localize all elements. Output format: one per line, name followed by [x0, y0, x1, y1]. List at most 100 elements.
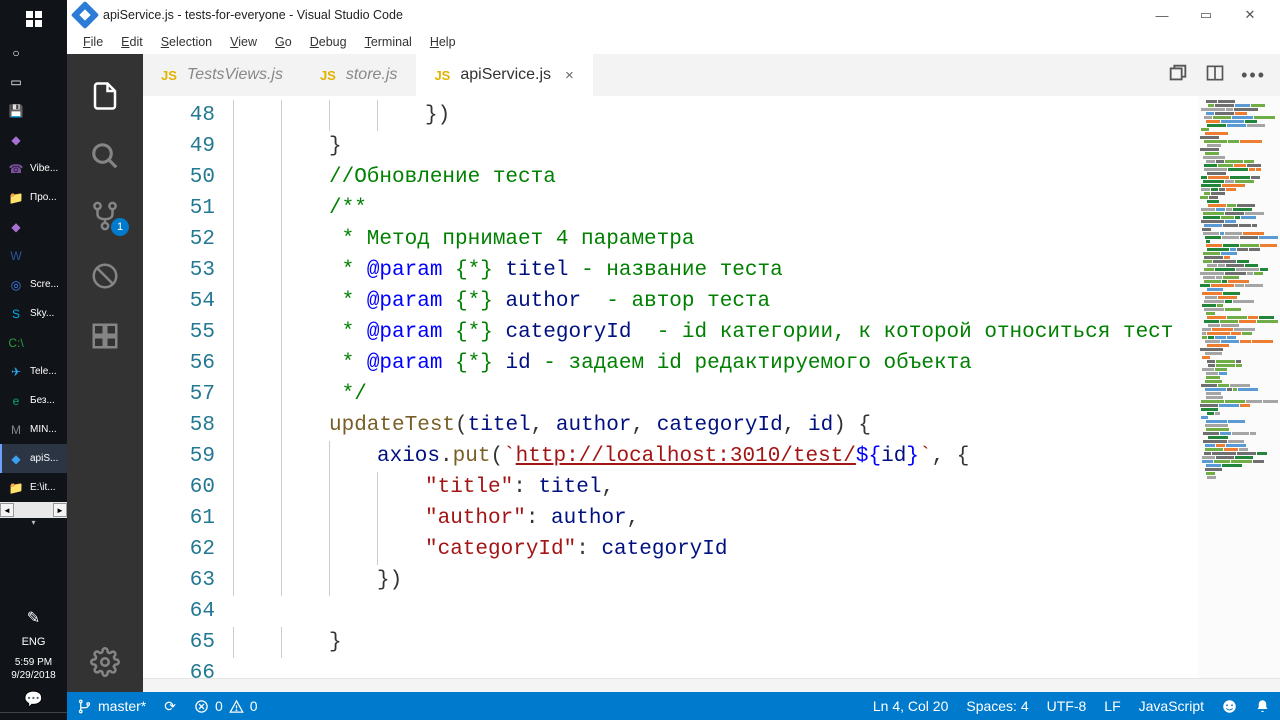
code-line[interactable]: * @param {*} id - задаем id редактируемо… — [233, 348, 1198, 379]
code-line[interactable]: /** — [233, 193, 1198, 224]
taskbar-item-vs2[interactable]: ◆ — [0, 212, 67, 241]
scroll-right-button[interactable]: ► — [53, 503, 67, 517]
taskbar-item-mingw[interactable]: MMIN... — [0, 415, 67, 444]
taskbar-item-chrome[interactable]: ◎Scre... — [0, 270, 67, 299]
taskbar-item-task-view[interactable]: ▭ — [0, 67, 67, 96]
activity-bar: 1 — [67, 54, 143, 692]
skype-icon: S — [6, 304, 26, 324]
code-line[interactable]: * @param {*} author - автор теста — [233, 286, 1198, 317]
menu-edit[interactable]: Edit — [113, 33, 151, 51]
minimap[interactable] — [1198, 96, 1280, 678]
taskbar-item-viber[interactable]: ☎Vibe... — [0, 154, 67, 183]
code-line[interactable]: * @param {*} titel - название теста — [233, 255, 1198, 286]
menu-terminal[interactable]: Terminal — [357, 33, 420, 51]
vs-icon: ◆ — [6, 130, 26, 150]
code-text[interactable]: })}//Обновление теста/** * Метод прнимае… — [233, 96, 1198, 678]
taskbar-hscroll[interactable]: ◄ ► — [0, 502, 67, 518]
taskbar-item-vscode[interactable]: ◆apiS... — [0, 444, 67, 473]
line-number: 61 — [143, 503, 215, 534]
code-line[interactable]: //Обновление теста — [233, 162, 1198, 193]
code-line[interactable]: updateTest(titel, author, categoryId, id… — [233, 410, 1198, 441]
feedback-icon[interactable] — [1222, 699, 1237, 714]
problems[interactable]: 0 0 — [194, 698, 258, 714]
taskbar-item-skype[interactable]: SSky... — [0, 299, 67, 328]
show-desktop[interactable] — [0, 712, 67, 720]
more-actions-icon[interactable]: ••• — [1241, 65, 1266, 86]
menu-file[interactable]: File — [75, 33, 111, 51]
minimize-button[interactable]: — — [1140, 0, 1184, 30]
scroll-left-button[interactable]: ◄ — [0, 503, 14, 517]
tab-apiservice-js[interactable]: JSapiService.js× — [416, 54, 592, 96]
sync-button[interactable]: ⟳ — [164, 698, 176, 715]
debug-tab[interactable] — [67, 246, 143, 306]
code-line[interactable]: */ — [233, 379, 1198, 410]
code-line[interactable]: }) — [233, 565, 1198, 596]
line-number: 56 — [143, 348, 215, 379]
code-editor[interactable]: 48495051525354555657585960616263646566 }… — [143, 96, 1280, 678]
menu-view[interactable]: View — [222, 33, 265, 51]
code-line[interactable] — [233, 596, 1198, 627]
search-tab[interactable] — [67, 126, 143, 186]
eol-status[interactable]: LF — [1104, 698, 1120, 714]
scm-tab[interactable]: 1 — [67, 186, 143, 246]
code-line[interactable]: axios.put(`http://localhost:3010/test/${… — [233, 441, 1198, 472]
clock-time: 5:59 PM — [0, 656, 67, 669]
branch-label: master* — [98, 698, 146, 714]
error-count: 0 — [215, 698, 223, 714]
split-editor-icon[interactable] — [1205, 63, 1225, 88]
line-number: 49 — [143, 131, 215, 162]
notifications-icon[interactable]: 💬 — [0, 690, 67, 708]
code-line[interactable]: }) — [233, 100, 1198, 131]
line-number: 60 — [143, 472, 215, 503]
close-button[interactable]: ✕ — [1228, 0, 1272, 30]
language-indicator[interactable]: ENG — [0, 636, 67, 648]
explorer-tab[interactable] — [67, 66, 143, 126]
menu-help[interactable]: Help — [422, 33, 464, 51]
taskbar-item-save[interactable]: 💾 — [0, 96, 67, 125]
taskbar-item-cortana[interactable]: ○ — [0, 38, 67, 67]
titlebar: apiService.js - tests-for-everyone - Vis… — [67, 0, 1280, 30]
taskbar-item-cmd[interactable]: C:\ — [0, 328, 67, 357]
compare-changes-icon[interactable] — [1167, 62, 1189, 89]
taskbar-item-edge[interactable]: eБез... — [0, 386, 67, 415]
pen-icon[interactable]: ✎ — [0, 608, 67, 628]
code-line[interactable]: * Метод прнимает 4 параметра — [233, 224, 1198, 255]
taskbar-item-explorer[interactable]: 📁E:\it... — [0, 473, 67, 502]
notifications-bell-icon[interactable] — [1255, 699, 1270, 714]
code-line[interactable]: "categoryId": categoryId — [233, 534, 1198, 565]
js-file-icon: JS — [161, 68, 177, 83]
line-number: 51 — [143, 193, 215, 224]
folder-icon: 📁 — [6, 188, 26, 208]
git-branch[interactable]: master* — [77, 698, 146, 714]
tab-testsviews-js[interactable]: JSTestsViews.js — [143, 54, 302, 96]
maximize-button[interactable]: ▭ — [1184, 0, 1228, 30]
menu-selection[interactable]: Selection — [153, 33, 220, 51]
taskbar-item-telegram[interactable]: ✈Tele... — [0, 357, 67, 386]
code-line[interactable]: "author": author, — [233, 503, 1198, 534]
vscode-window: apiService.js - tests-for-everyone - Vis… — [67, 0, 1280, 720]
close-icon[interactable]: × — [565, 67, 574, 84]
code-line[interactable] — [233, 658, 1198, 678]
code-line[interactable]: } — [233, 131, 1198, 162]
menu-go[interactable]: Go — [267, 33, 300, 51]
code-line[interactable]: } — [233, 627, 1198, 658]
editor-hscroll[interactable] — [143, 678, 1280, 692]
taskbar-item-folder[interactable]: 📁Про... — [0, 183, 67, 212]
language-mode[interactable]: JavaScript — [1139, 698, 1204, 714]
tab-store-js[interactable]: JSstore.js — [302, 54, 416, 96]
settings-gear-icon[interactable] — [67, 632, 143, 692]
taskbar-overflow-icon[interactable]: ▾ — [0, 518, 67, 532]
code-line[interactable]: * @param {*} categoryId - id категории, … — [233, 317, 1198, 348]
taskbar-item-word[interactable]: W — [0, 241, 67, 270]
cursor-position[interactable]: Ln 4, Col 20 — [873, 698, 949, 714]
start-button[interactable] — [0, 0, 67, 38]
menu-debug[interactable]: Debug — [302, 33, 355, 51]
extensions-tab[interactable] — [67, 306, 143, 366]
explorer-icon: 📁 — [6, 478, 26, 498]
system-clock[interactable]: 5:59 PM 9/29/2018 — [0, 656, 67, 682]
code-line[interactable]: "title": titel, — [233, 472, 1198, 503]
taskbar-item-vs[interactable]: ◆ — [0, 125, 67, 154]
encoding-status[interactable]: UTF-8 — [1047, 698, 1087, 714]
indent-status[interactable]: Spaces: 4 — [966, 698, 1028, 714]
vscode-icon: ◆ — [6, 449, 26, 469]
